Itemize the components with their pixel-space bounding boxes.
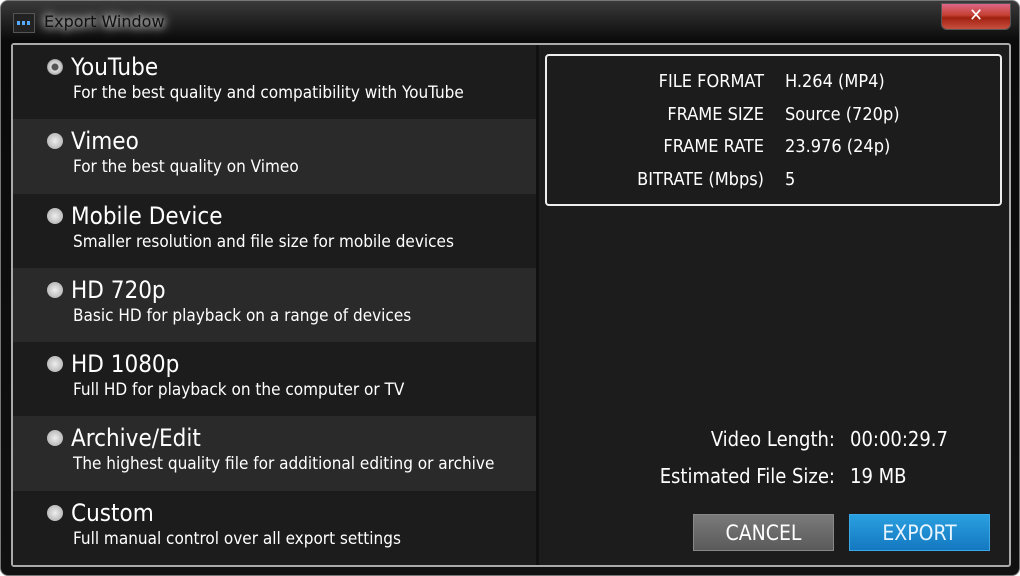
preset-name: YouTube [71, 53, 159, 81]
video-length-label: Video Length: [710, 427, 835, 451]
preset-description: Smaller resolution and file size for mob… [73, 231, 454, 252]
setting-row: FRAME RATE 23.976 (24p) [547, 134, 1000, 167]
preset-description: Full HD for playback on the computer or … [73, 380, 405, 401]
export-button[interactable]: EXPORT [849, 514, 990, 551]
radio-icon[interactable] [47, 207, 63, 224]
radio-icon[interactable] [47, 356, 63, 373]
window-title: Export Window [44, 12, 165, 31]
radio-icon[interactable] [47, 133, 63, 150]
preset-vimeo[interactable]: Vimeo For the best quality on Vimeo [13, 119, 536, 194]
preset-name: Vimeo [71, 127, 139, 156]
preset-name: HD 1080p [71, 350, 180, 379]
preset-name: Custom [71, 498, 154, 527]
setting-label: BITRATE (Mbps) [637, 168, 764, 190]
video-length-value: 00:00:29.7 [850, 427, 948, 451]
preset-archive-edit[interactable]: Archive/Edit The highest quality file for… [13, 416, 536, 491]
radio-icon[interactable] [47, 504, 63, 521]
preset-description: Basic HD for playback on a range of devi… [73, 305, 412, 326]
file-size-label: Estimated File Size: [659, 464, 835, 488]
panel-divider [536, 45, 539, 565]
setting-row: BITRATE (Mbps) 5 [547, 167, 1000, 200]
preset-description: Full manual control over all export sett… [73, 528, 401, 549]
radio-icon[interactable] [47, 281, 63, 298]
title-bar[interactable]: Export Window ✕ [1, 1, 1019, 43]
cancel-button[interactable]: CANCEL [693, 514, 834, 551]
app-icon [13, 13, 35, 33]
close-button[interactable]: ✕ [941, 3, 1011, 30]
radio-selected-icon[interactable] [47, 59, 63, 75]
preset-description: For the best quality and compatibility w… [73, 83, 464, 103]
setting-label: FILE FORMAT [658, 71, 764, 92]
setting-value: H.264 (MP4) [785, 71, 885, 92]
preset-list: YouTube For the best quality and compatib… [13, 45, 536, 566]
setting-value: Source (720p) [785, 103, 900, 125]
setting-row: FRAME SIZE Source (720p) [547, 102, 1000, 135]
preset-hd-720p[interactable]: HD 720p Basic HD for playback on a range … [13, 267, 536, 343]
preset-youtube[interactable]: YouTube For the best quality and compatib… [13, 45, 536, 120]
estimated-file-size: Estimated File Size: 19 MB [633, 464, 907, 488]
setting-value: 23.976 (24p) [785, 136, 891, 157]
setting-label: FRAME RATE [663, 136, 764, 157]
setting-value: 5 [785, 168, 796, 190]
setting-row: FILE FORMAT H.264 (MP4) [547, 69, 1000, 102]
video-length: Video Length: 00:00:29.7 [633, 427, 948, 451]
setting-label: FRAME SIZE [667, 103, 764, 125]
content-area: YouTube For the best quality and compatib… [11, 43, 1011, 567]
file-size-value: 19 MB [850, 464, 907, 488]
radio-icon[interactable] [47, 430, 63, 447]
preset-name: Archive/Edit [71, 424, 201, 453]
settings-box: FILE FORMAT H.264 (MP4) FRAME SIZE Source … [545, 54, 1002, 206]
preset-name: Mobile Device [71, 201, 223, 230]
preset-hd-1080p[interactable]: HD 1080p Full HD for playback on the comp… [13, 342, 536, 417]
preset-name: HD 720p [71, 275, 166, 304]
preset-description: The highest quality file for additional … [73, 454, 495, 475]
preset-description: For the best quality on Vimeo [73, 157, 299, 178]
preset-mobile-device[interactable]: Mobile Device Smaller resolution and file… [13, 193, 536, 268]
preset-custom[interactable]: Custom Full manual control over all expor… [13, 490, 536, 566]
export-window: Export Window ✕ YouTube For the best qual… [0, 0, 1020, 576]
